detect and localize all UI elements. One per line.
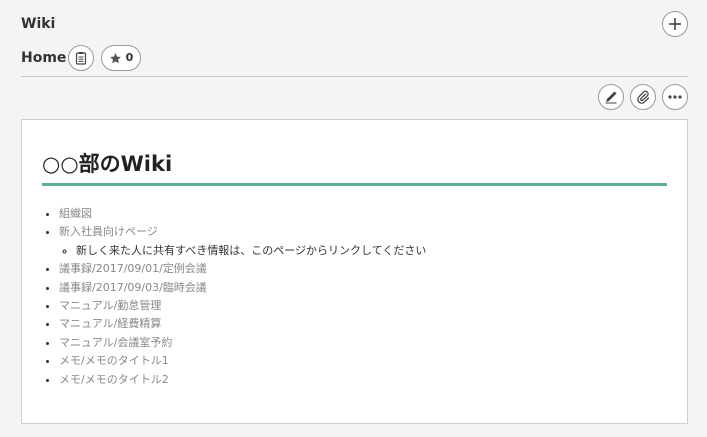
sub-list-text: 新しく来た人に共有すべき情報は、このページからリンクしてください: [76, 243, 427, 257]
wiki-link[interactable]: 議事録/2017/09/03/臨時会議: [59, 281, 207, 294]
pencil-icon: [604, 90, 618, 104]
add-page-button[interactable]: [662, 11, 688, 37]
wiki-link-list: 組織図 新入社員向けページ 新しく来た人に共有すべき情報は、このページからリンク…: [59, 205, 426, 389]
edit-button[interactable]: [598, 84, 624, 110]
paperclip-icon: [636, 90, 650, 104]
wiki-link[interactable]: マニュアル/会議室予約: [59, 336, 172, 349]
wiki-link[interactable]: マニュアル/勤怠管理: [59, 299, 161, 312]
wiki-heading: ○○部のWiki: [42, 152, 173, 176]
wiki-content-card: ○○部のWiki 組織図 新入社員向けページ 新しく来た人に共有すべき情報は、こ…: [21, 119, 688, 424]
wiki-link[interactable]: メモ/メモのタイトル1: [59, 354, 169, 367]
list-item[interactable]: メモ/メモのタイトル1: [59, 352, 426, 370]
page-list-button[interactable]: [68, 45, 94, 71]
heading-rule: [42, 183, 667, 186]
list-item[interactable]: マニュアル/経費精算: [59, 315, 426, 333]
page-title: Home: [21, 50, 67, 66]
wiki-link[interactable]: マニュアル/経費精算: [59, 317, 161, 330]
list-item[interactable]: メモ/メモのタイトル2: [59, 371, 426, 389]
attach-button[interactable]: [630, 84, 656, 110]
star-count: 0: [125, 51, 134, 64]
more-button[interactable]: [662, 84, 688, 110]
clipboard-icon: [74, 51, 88, 65]
app-title: Wiki: [21, 16, 56, 32]
list-item[interactable]: 議事録/2017/09/03/臨時会議: [59, 279, 426, 297]
list-item[interactable]: マニュアル/会議室予約: [59, 334, 426, 352]
star-button[interactable]: 0: [101, 45, 141, 71]
list-item[interactable]: マニュアル/勤怠管理: [59, 297, 426, 315]
star-icon: [109, 52, 122, 65]
sub-list-item: 新しく来た人に共有すべき情報は、このページからリンクしてください: [76, 242, 426, 260]
list-item[interactable]: 議事録/2017/09/01/定例会議: [59, 260, 426, 278]
ellipsis-icon: [668, 95, 682, 99]
wiki-link[interactable]: 組織図: [59, 207, 92, 220]
wiki-link[interactable]: 新入社員向けページ: [59, 225, 158, 238]
wiki-link[interactable]: メモ/メモのタイトル2: [59, 373, 169, 386]
list-item[interactable]: 組織図: [59, 205, 426, 223]
wiki-link[interactable]: 議事録/2017/09/01/定例会議: [59, 262, 207, 275]
plus-icon: [668, 17, 682, 31]
sub-list: 新しく来た人に共有すべき情報は、このページからリンクしてください: [59, 242, 426, 260]
header-divider: [21, 76, 688, 77]
list-item[interactable]: 新入社員向けページ 新しく来た人に共有すべき情報は、このページからリンクしてくだ…: [59, 223, 426, 260]
